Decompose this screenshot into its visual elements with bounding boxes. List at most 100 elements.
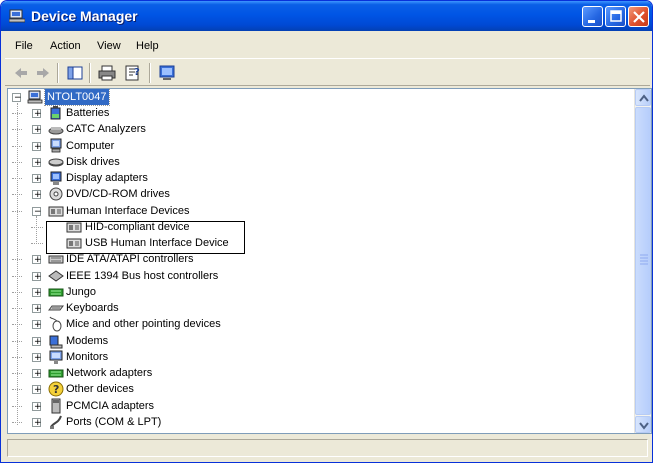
tree-guide-line: [12, 211, 22, 212]
tree-guide-line: [31, 243, 43, 244]
expand-toggle[interactable]: +: [32, 272, 42, 282]
menu-bar: File Action View Help: [5, 34, 650, 56]
close-icon: [633, 11, 645, 23]
tree-category-item[interactable]: + Modems: [8, 333, 608, 349]
vertical-scrollbar[interactable]: [634, 89, 651, 433]
expand-toggle[interactable]: +: [32, 402, 42, 412]
tree-category-item[interactable]: + PCMCIA adapters: [8, 398, 608, 414]
device-manager-window: Device Manager File Action View Help ? −: [0, 0, 653, 463]
tree-category-item[interactable]: + Keyboards: [8, 300, 608, 316]
expand-toggle[interactable]: +: [32, 369, 42, 379]
tree-category-item[interactable]: +? Other devices: [8, 381, 608, 397]
tree-guide-line: [12, 276, 22, 277]
tree-guide-line: [12, 324, 22, 325]
tree-category-item[interactable]: + Disk drives: [8, 154, 608, 170]
tree-guide-line: [12, 308, 22, 309]
close-button[interactable]: [628, 6, 649, 27]
tree-guide-line: [12, 373, 22, 374]
tree-category-item[interactable]: + Jungo: [8, 284, 608, 300]
collapse-toggle[interactable]: −: [32, 207, 42, 217]
disk-drive-icon: [48, 158, 64, 167]
cdrom-icon: [49, 187, 63, 201]
tree-category-item[interactable]: + Monitors: [8, 349, 608, 365]
tree-item-label[interactable]: Batteries: [64, 105, 111, 121]
properties-icon[interactable]: ?: [123, 63, 143, 83]
status-bar: [5, 437, 650, 459]
monitor-icon: [49, 350, 63, 364]
tree-category-item[interactable]: − Human Interface Devices: [8, 203, 608, 219]
scan-hardware-icon[interactable]: [157, 63, 177, 83]
scroll-down-button[interactable]: [635, 416, 651, 433]
tree-category-item[interactable]: + CATC Analyzers: [8, 121, 608, 137]
back-arrow-icon[interactable]: [11, 63, 31, 83]
tree-category-item[interactable]: + IEEE 1394 Bus host controllers: [8, 268, 608, 284]
tree-item-label[interactable]: Keyboards: [64, 300, 121, 316]
menu-view[interactable]: View: [97, 40, 121, 52]
title-bar[interactable]: Device Manager: [1, 1, 652, 31]
tree-item-label[interactable]: Modems: [64, 333, 110, 349]
tree-item-label[interactable]: DVD/CD-ROM drives: [64, 186, 172, 202]
tree-guide-line: [12, 357, 22, 358]
tree-category-item[interactable]: + Network adapters: [8, 365, 608, 381]
expand-toggle[interactable]: +: [32, 255, 42, 265]
tree-category-item[interactable]: + Ports (COM & LPT): [8, 414, 608, 430]
show-hide-console-tree-icon[interactable]: [65, 63, 85, 83]
expand-toggle[interactable]: +: [32, 109, 42, 119]
tree-item-label[interactable]: Mice and other pointing devices: [64, 316, 223, 332]
chevron-down-icon: [639, 422, 649, 430]
expand-toggle[interactable]: +: [32, 142, 42, 152]
tree-item-label[interactable]: PCMCIA adapters: [64, 398, 156, 414]
tree-category-item[interactable]: + Batteries: [8, 105, 608, 121]
expand-toggle[interactable]: +: [32, 125, 42, 135]
menu-action[interactable]: Action: [50, 40, 81, 52]
expand-toggle[interactable]: +: [32, 418, 42, 428]
tree-guide-line: [12, 422, 22, 423]
expand-toggle[interactable]: +: [32, 174, 42, 184]
tree-guide-line: [12, 129, 22, 130]
tree-guide-line: [12, 406, 22, 407]
unknown-device-icon: ?: [48, 381, 64, 397]
tree-item-label[interactable]: Ports (COM & LPT): [64, 414, 163, 430]
expand-toggle[interactable]: +: [32, 288, 42, 298]
tree-item-label[interactable]: Other devices: [64, 381, 136, 397]
tree-item-label[interactable]: Display adapters: [64, 170, 150, 186]
tree-item-label[interactable]: CATC Analyzers: [64, 121, 148, 137]
expand-toggle[interactable]: +: [32, 158, 42, 168]
tree-item-label[interactable]: IEEE 1394 Bus host controllers: [64, 268, 220, 284]
tree-category-item[interactable]: + DVD/CD-ROM drives: [8, 186, 608, 202]
tree-guide-line: [12, 113, 22, 114]
expand-toggle[interactable]: +: [32, 337, 42, 347]
collapse-toggle[interactable]: −: [12, 93, 22, 103]
tree-item-label[interactable]: Jungo: [64, 284, 98, 300]
forward-arrow-icon[interactable]: [33, 63, 53, 83]
expand-toggle[interactable]: +: [32, 353, 42, 363]
tree-item-label[interactable]: Human Interface Devices: [64, 203, 192, 219]
toolbar-separator: [89, 63, 91, 83]
scroll-thumb[interactable]: [635, 107, 651, 415]
computer-icon: [27, 90, 43, 104]
menu-file[interactable]: File: [15, 40, 33, 52]
minimize-button[interactable]: [582, 6, 603, 27]
device-tree[interactable]: − NTOLT0047 + Batteries + CATC Analyzers + Co…: [7, 88, 652, 434]
expand-toggle[interactable]: +: [32, 385, 42, 395]
scroll-up-button[interactable]: [635, 89, 651, 106]
tree-root-label[interactable]: NTOLT0047: [44, 89, 110, 106]
toolbar: ?: [5, 58, 650, 86]
tree-item-label[interactable]: Monitors: [64, 349, 110, 365]
tree-category-item[interactable]: + Mice and other pointing devices: [8, 316, 608, 332]
tree-item-label[interactable]: Disk drives: [64, 154, 122, 170]
svg-text:?: ?: [134, 67, 140, 78]
expand-toggle[interactable]: +: [32, 304, 42, 314]
tree-guide-line: [12, 178, 22, 179]
print-icon[interactable]: [97, 63, 117, 83]
menu-help[interactable]: Help: [136, 40, 159, 52]
tree-item-label[interactable]: Computer: [64, 138, 116, 154]
tree-category-item[interactable]: + Computer: [8, 138, 608, 154]
maximize-button[interactable]: [605, 6, 626, 27]
expand-toggle[interactable]: +: [32, 190, 42, 200]
tree-category-item[interactable]: + Display adapters: [8, 170, 608, 186]
tree-item-label[interactable]: Network adapters: [64, 365, 154, 381]
expand-toggle[interactable]: +: [32, 320, 42, 330]
computer-icon: [50, 138, 62, 153]
battery-icon: [50, 106, 61, 120]
